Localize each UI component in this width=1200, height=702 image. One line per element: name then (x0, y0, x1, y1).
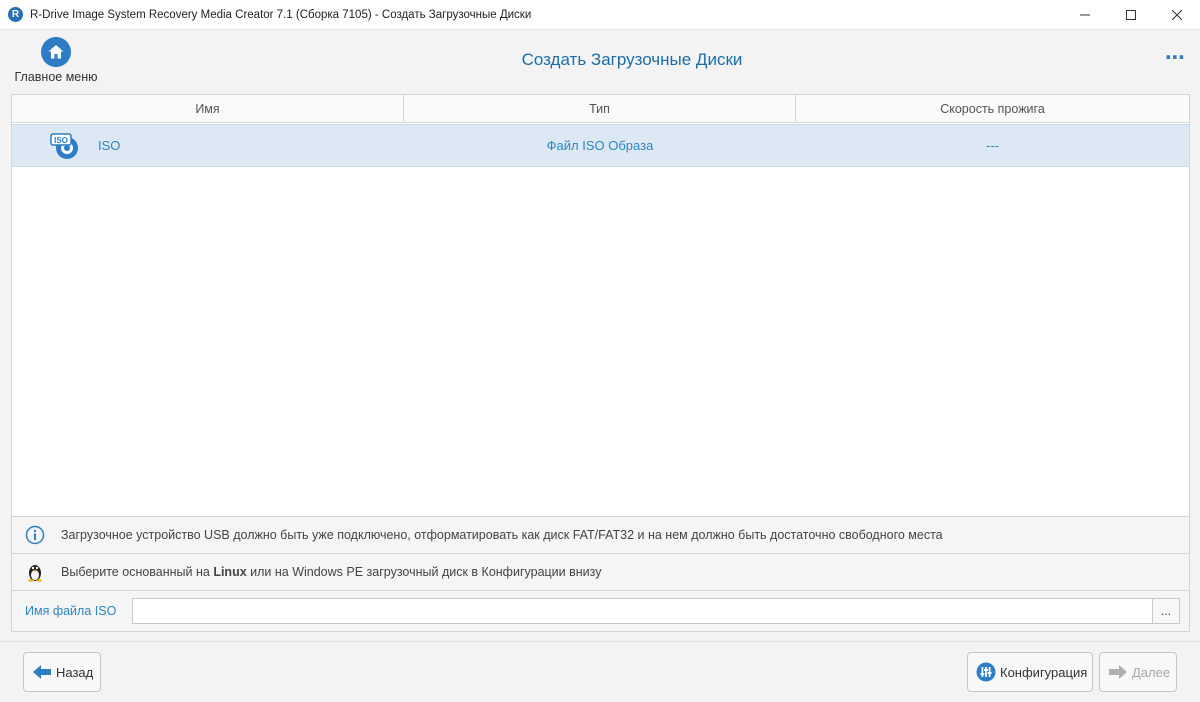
minimize-button[interactable] (1062, 0, 1108, 30)
table-row[interactable]: ISO ISO Файл ISO Образа --- (12, 124, 1189, 167)
arrow-right-icon (1108, 664, 1128, 680)
row-speed: --- (986, 138, 999, 153)
app-icon: R (8, 7, 23, 22)
usb-notice: Загрузочное устройство USB должно быть у… (12, 516, 1189, 553)
close-icon (1172, 10, 1182, 20)
settings-sliders-icon (976, 662, 996, 682)
window-controls (1062, 0, 1200, 30)
next-button[interactable]: Далее (1099, 652, 1177, 692)
column-header-type[interactable]: Тип (404, 95, 796, 123)
maximize-icon (1126, 10, 1136, 20)
info-icon (25, 525, 45, 545)
configuration-label: Конфигурация (1000, 664, 1088, 680)
next-label: Далее (1132, 664, 1171, 680)
configuration-button[interactable]: Конфигурация (967, 652, 1093, 692)
page-header: Главное меню Создать Загрузочные Диски ⋯ (0, 30, 1200, 92)
usb-notice-text: Загрузочное устройство USB должно быть у… (61, 528, 943, 542)
minimize-icon (1080, 14, 1090, 16)
svg-text:ISO: ISO (54, 136, 68, 145)
more-options-button[interactable]: ⋯ (1165, 47, 1186, 69)
footer-bar: Назад Конфигурация Далее (0, 641, 1200, 702)
iso-browse-button[interactable]: ... (1153, 598, 1180, 624)
maximize-button[interactable] (1108, 0, 1154, 30)
more-icon: ⋯ (1165, 47, 1186, 69)
page-title: Создать Загрузочные Диски (521, 50, 743, 69)
arrow-left-icon (32, 664, 52, 680)
iso-file-input[interactable] (132, 598, 1153, 624)
column-header-name[interactable]: Имя (12, 95, 404, 123)
main-menu-label: Главное меню (14, 70, 98, 84)
row-name: ISO (98, 138, 121, 153)
linux-penguin-icon (28, 565, 42, 582)
media-list-panel: Имя Тип Скорость прожига ISO ISO Файл IS… (11, 94, 1190, 632)
close-button[interactable] (1154, 0, 1200, 30)
iso-file-row: Имя файла ISO ... (12, 590, 1189, 631)
back-label: Назад (56, 664, 94, 680)
back-button[interactable]: Назад (23, 652, 101, 692)
title-bar: R R-Drive Image System Recovery Media Cr… (0, 0, 1200, 30)
table-header: Имя Тип Скорость прожига (12, 95, 1189, 123)
column-header-speed[interactable]: Скорость прожига (796, 95, 1189, 123)
linux-notice-text: Выберите основанный на Linux или на Wind… (61, 565, 602, 579)
row-type: Файл ISO Образа (546, 138, 654, 153)
linux-notice: Выберите основанный на Linux или на Wind… (12, 553, 1189, 590)
iso-disc-icon: ISO (50, 132, 78, 159)
iso-file-label: Имя файла ISO (25, 604, 117, 618)
row-name-cell: ISO ISO (12, 124, 404, 167)
window-title: R-Drive Image System Recovery Media Crea… (30, 8, 532, 21)
